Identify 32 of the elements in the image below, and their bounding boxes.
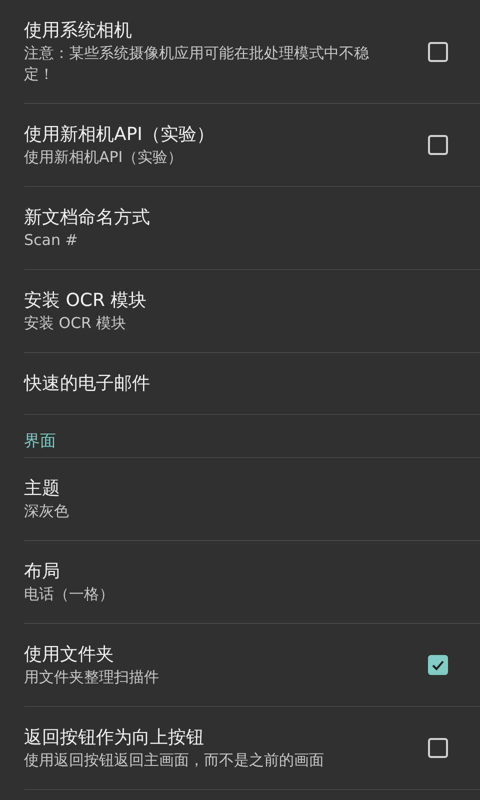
item-summary: Scan # [24,230,79,251]
item-summary: 电话（一格） [24,584,115,605]
item-summary: 使用返回按钮返回主画面，而不是之前的画面 [24,750,325,771]
settings-item[interactable]: 返回按钮作为向上按钮 使用返回按钮返回主画面，而不是之前的画面 [24,707,480,790]
settings-item[interactable]: 快速的电子邮件 [24,353,480,415]
item-title: 使用文件夹 [24,643,115,667]
settings-item[interactable]: 安装 OCR 模块 安装 OCR 模块 [24,270,480,353]
item-summary: 安装 OCR 模块 [24,313,128,334]
item-title: 快速的电子邮件 [24,372,151,396]
checkbox[interactable] [428,42,448,62]
item-summary: 使用新相机API（实验） [24,147,184,168]
section-header: 界面 [24,433,57,449]
item-title: 布局 [24,560,61,584]
settings-item[interactable]: 布局 电话（一格） [24,541,480,624]
checkbox[interactable] [428,655,448,675]
settings-item[interactable]: 使用新相机API（实验） 使用新相机API（实验） [24,104,480,187]
item-title: 主题 [24,477,61,501]
settings-item[interactable]: 使用文件夹 用文件夹整理扫描件 [24,624,480,707]
item-summary: 注意：某些系统摄像机应用可能在批处理模式中不稳定！ [24,43,370,85]
settings-item[interactable]: 新文档命名方式 Scan # [24,187,480,270]
settings-item[interactable]: 使用系统相机 注意：某些系统摄像机应用可能在批处理模式中不稳定！ [24,0,480,104]
item-title: 安装 OCR 模块 [24,289,148,313]
item-title: 使用系统相机 [24,19,133,43]
item-title: 新文档命名方式 [24,206,151,230]
checkbox[interactable] [428,738,448,758]
checkbox[interactable] [428,135,448,155]
item-title: 使用新相机API（实验） [24,123,216,147]
item-title: 返回按钮作为向上按钮 [24,726,205,750]
item-summary: 深灰色 [24,501,70,522]
settings-item[interactable]: 主题 深灰色 [24,458,480,541]
item-summary: 用文件夹整理扫描件 [24,667,160,688]
checkmark-icon [431,658,445,672]
